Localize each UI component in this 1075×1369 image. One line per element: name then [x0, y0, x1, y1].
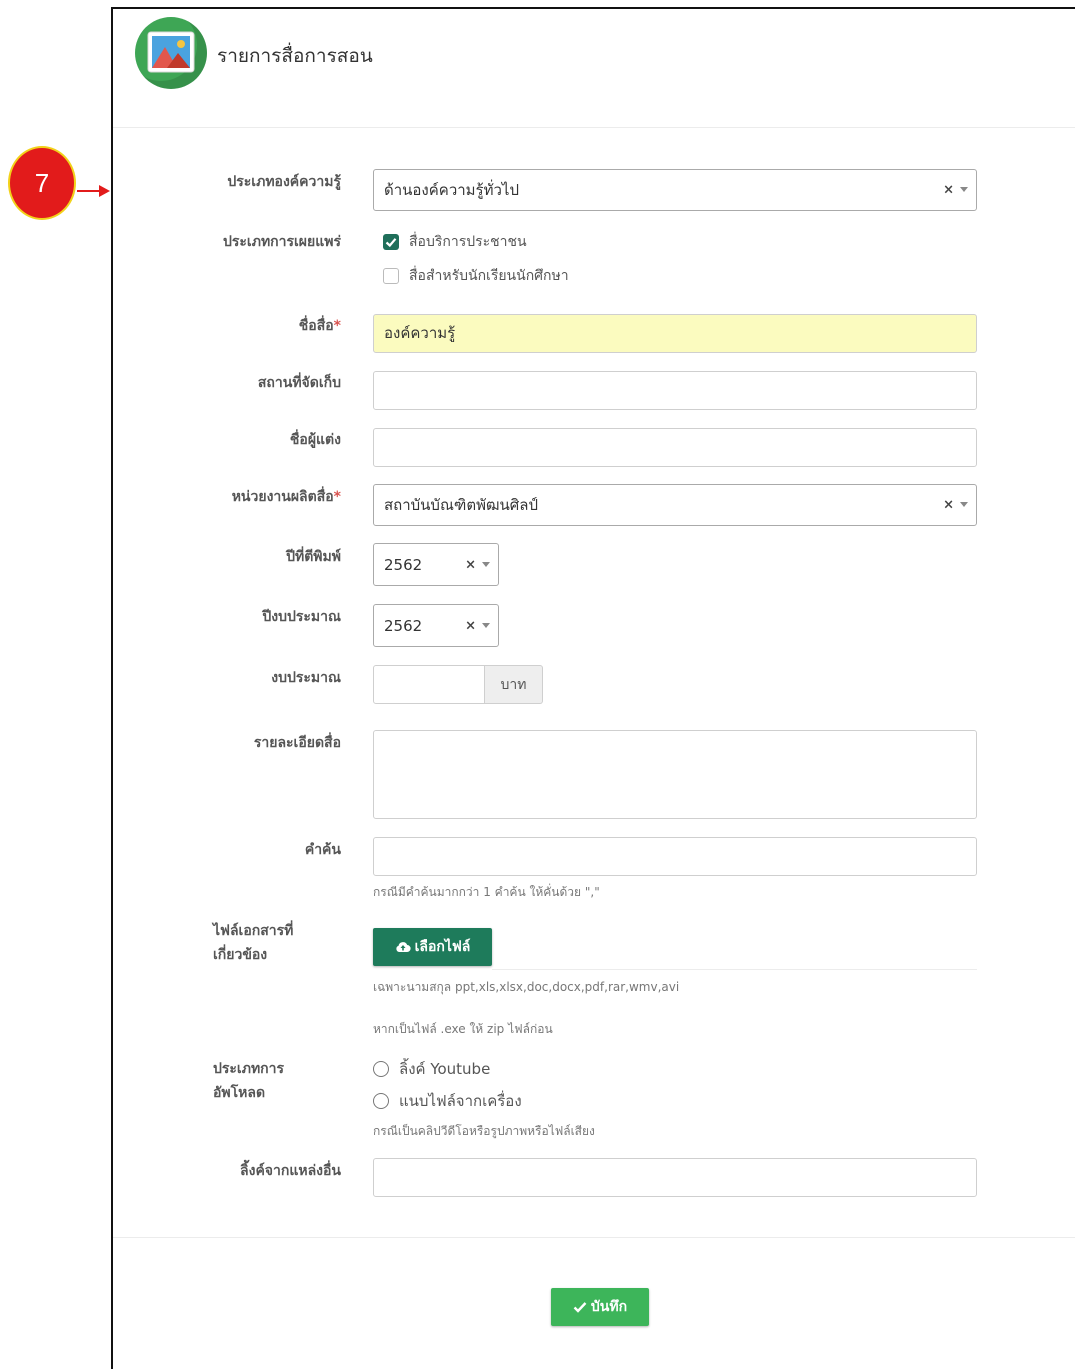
- details-textarea[interactable]: [373, 730, 977, 819]
- media-name-label: ชื่อสื่อ*: [171, 314, 341, 338]
- radio-unchecked-icon[interactable]: [373, 1061, 389, 1077]
- upload-type-option-youtube[interactable]: ลิ้งค์ Youtube: [373, 1057, 490, 1081]
- check-icon: [573, 1302, 587, 1313]
- page-title: รายการสื่อการสอน: [217, 45, 373, 67]
- author-label: ชื่อผู้แต่ง: [289, 432, 341, 448]
- image-icon: [135, 17, 207, 89]
- upload-type-option-label: แนบไฟล์จากเครื่อง: [399, 1092, 522, 1110]
- producer-label: หน่วยงานผลิตสื่อ*: [171, 485, 341, 509]
- publish-type-option-public[interactable]: สื่อบริการประชาชน: [383, 231, 527, 253]
- file-field-line: [492, 969, 977, 970]
- publish-year-value: 2562: [384, 555, 423, 574]
- documents-label-line2: เกี่ยวข้อง: [213, 947, 268, 963]
- documents-help-extensions: เฉพาะนามสกุล ppt,xls,xlsx,doc,docx,pdf,r…: [373, 980, 680, 994]
- form-panel: รายการสื่อการสอน ประเภทองค์ความรู้ ด้านอ…: [111, 7, 1075, 1369]
- footer-divider: [113, 1237, 1075, 1238]
- clear-icon[interactable]: ×: [465, 618, 476, 633]
- save-button[interactable]: บันทึก: [551, 1288, 649, 1326]
- required-mark: *: [333, 318, 341, 334]
- clear-icon[interactable]: ×: [943, 498, 954, 513]
- budget-unit-addon: บาท: [485, 665, 543, 704]
- documents-label: ไฟล์เอกสารที่ เกี่ยวข้อง: [213, 919, 383, 967]
- choose-file-label: เลือกไฟล์: [414, 939, 471, 955]
- documents-help-exe: หากเป็นไฟล์ .exe ให้ zip ไฟล์ก่อน: [373, 1022, 553, 1036]
- publish-type-option-label: สื่อบริการประชาชน: [409, 234, 527, 250]
- upload-type-label: ประเภทการ อัพโหลด: [213, 1057, 383, 1105]
- upload-type-label-line1: ประเภทการ: [213, 1061, 285, 1077]
- producer-select[interactable]: สถาบันบัณฑิตพัฒนศิลป์ ×: [373, 484, 977, 526]
- clear-icon[interactable]: ×: [943, 183, 954, 198]
- producer-value: สถาบันบัณฑิตพัฒนศิลป์: [384, 496, 538, 514]
- budget-input[interactable]: [373, 665, 485, 704]
- upload-type-option-label: ลิ้งค์ Youtube: [399, 1060, 491, 1078]
- keywords-input[interactable]: [373, 837, 977, 876]
- keywords-help: กรณีมีคำค้นมากกว่า 1 คำค้น ให้คั่นด้วย "…: [373, 885, 600, 899]
- chevron-down-icon[interactable]: [960, 187, 968, 192]
- keywords-label: คำค้น: [304, 842, 341, 858]
- media-name-label-text: ชื่อสื่อ: [298, 318, 334, 334]
- checkbox-checked-icon[interactable]: [383, 234, 399, 250]
- details-label: รายละเอียดสื่อ: [253, 735, 341, 751]
- publish-type-option-student[interactable]: สื่อสำหรับนักเรียนนักศึกษา: [383, 265, 569, 287]
- media-name-input[interactable]: องค์ความรู้: [373, 314, 977, 353]
- upload-type-option-local[interactable]: แนบไฟล์จากเครื่อง: [373, 1089, 522, 1113]
- page-header: รายการสื่อการสอน: [113, 9, 1075, 128]
- external-link-input[interactable]: [373, 1158, 977, 1197]
- external-link-label: ลิ้งค์จากแหล่งอื่น: [240, 1163, 341, 1179]
- choose-file-button[interactable]: เลือกไฟล์: [373, 928, 492, 966]
- storage-location-label: สถานที่จัดเก็บ: [257, 375, 341, 391]
- upload-type-label-line2: อัพโหลด: [213, 1085, 266, 1101]
- author-input[interactable]: [373, 428, 977, 467]
- marker-arrow-head: [99, 185, 110, 197]
- save-button-label: บันทึก: [590, 1299, 628, 1315]
- marker-arrow: [77, 190, 101, 192]
- knowledge-type-value: ด้านองค์ความรู้ทั่วไป: [384, 181, 519, 199]
- upload-type-help: กรณีเป็นคลิปวีดีโอหรือรูปภาพหรือไฟล์เสีย…: [373, 1124, 595, 1138]
- budget-label: งบประมาณ: [271, 670, 341, 686]
- budget-year-value: 2562: [384, 616, 423, 635]
- storage-location-input[interactable]: [373, 371, 977, 410]
- knowledge-type-label: ประเภทองค์ความรู้: [227, 174, 341, 190]
- budget-year-select[interactable]: 2562 ×: [373, 604, 499, 647]
- producer-label-text: หน่วยงานผลิตสื่อ: [231, 489, 334, 505]
- knowledge-type-select[interactable]: ด้านองค์ความรู้ทั่วไป ×: [373, 169, 977, 211]
- step-marker-7: 7: [8, 146, 76, 220]
- cloud-upload-icon: [395, 942, 411, 953]
- budget-year-label: ปีงบประมาณ: [262, 609, 341, 625]
- radio-unchecked-icon[interactable]: [373, 1093, 389, 1109]
- publish-year-select[interactable]: 2562 ×: [373, 543, 499, 586]
- publish-type-label: ประเภทการเผยแพร่: [223, 234, 341, 250]
- chevron-down-icon[interactable]: [482, 561, 490, 567]
- clear-icon[interactable]: ×: [465, 557, 476, 572]
- required-mark: *: [333, 489, 341, 505]
- checkbox-unchecked-icon[interactable]: [383, 268, 399, 284]
- publish-year-label: ปีที่ตีพิมพ์: [286, 549, 341, 565]
- publish-type-option-label: สื่อสำหรับนักเรียนนักศึกษา: [409, 268, 569, 284]
- chevron-down-icon[interactable]: [960, 502, 968, 507]
- documents-label-line1: ไฟล์เอกสารที่: [213, 923, 294, 939]
- chevron-down-icon[interactable]: [482, 622, 490, 628]
